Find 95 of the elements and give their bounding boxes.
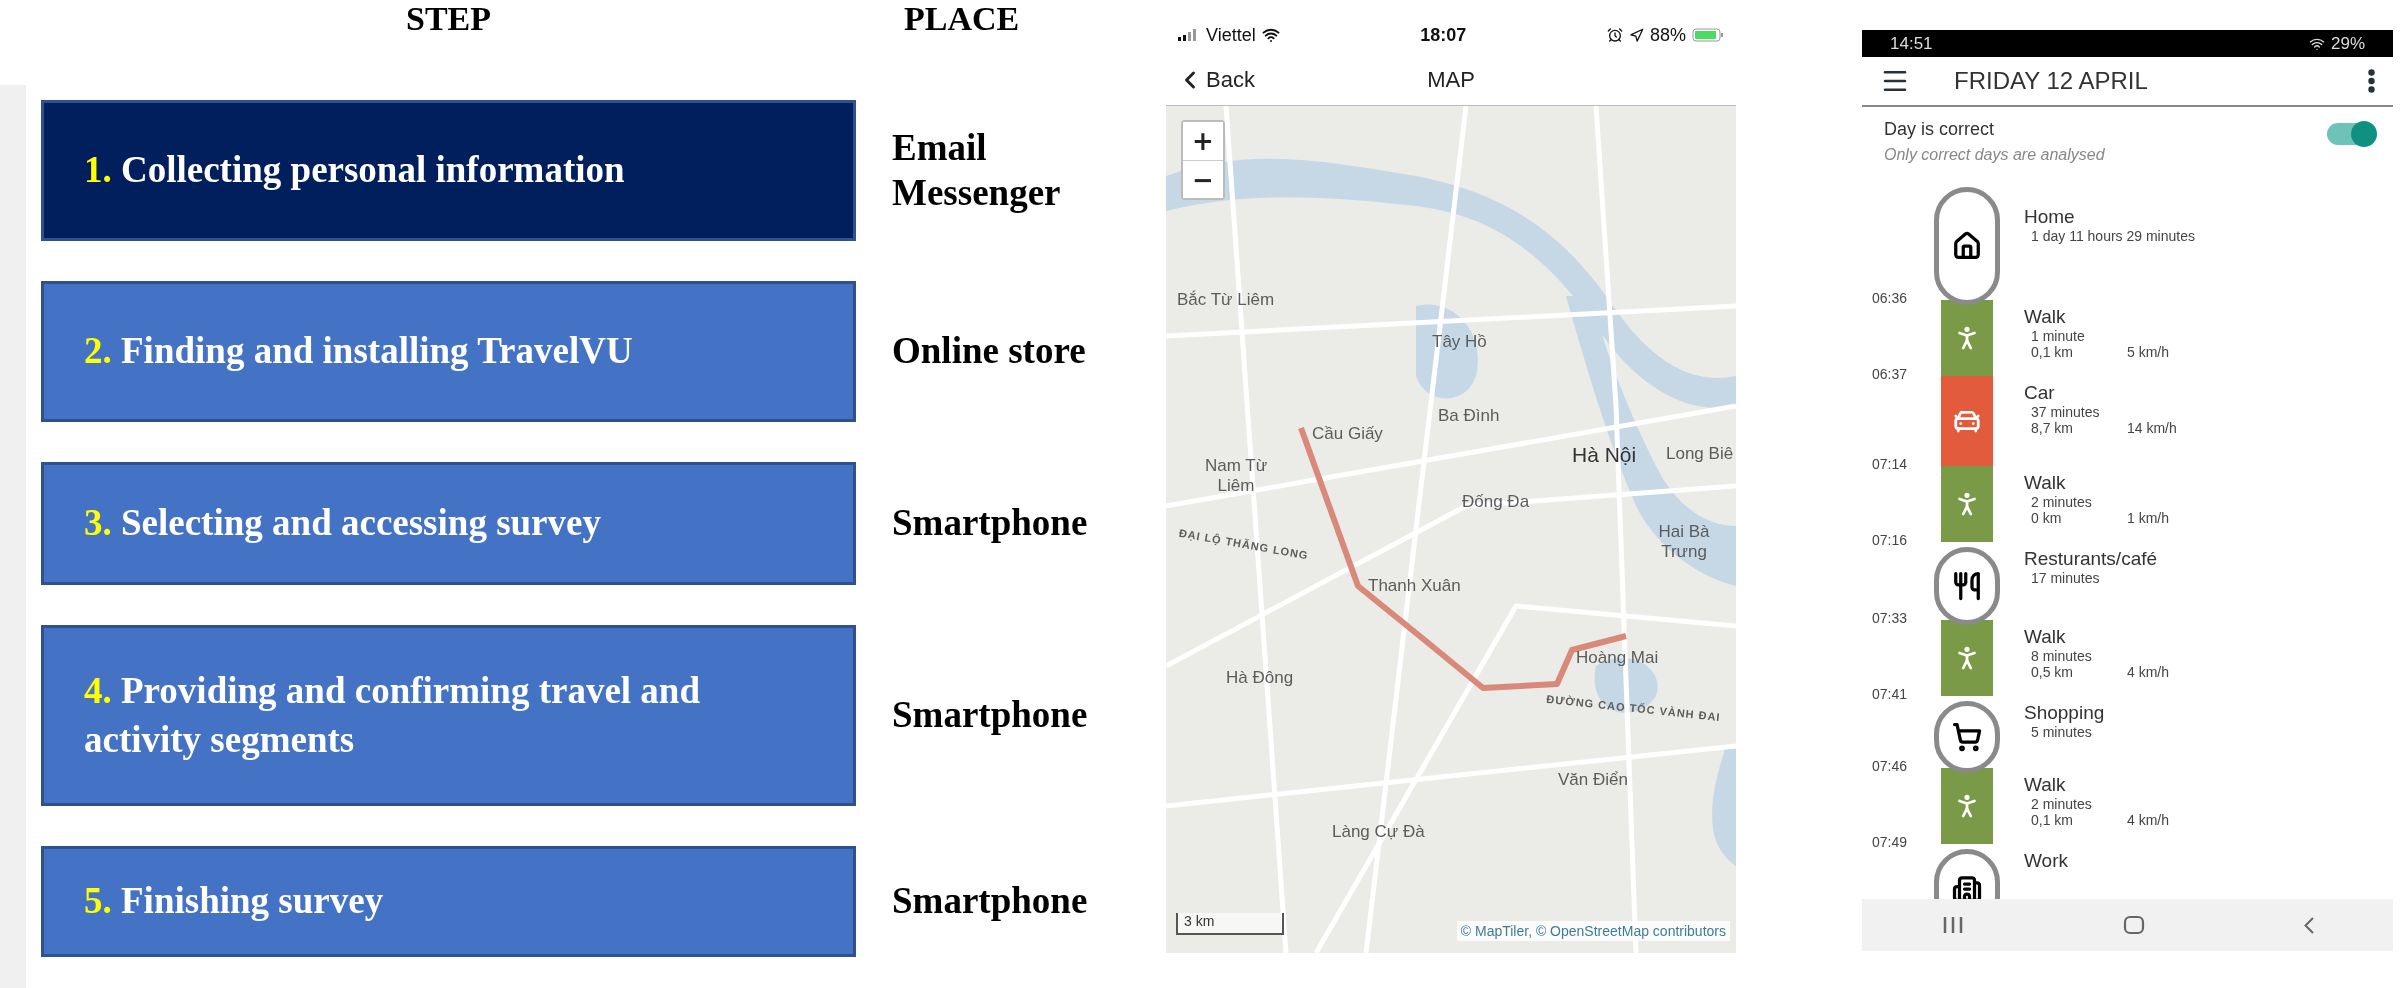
place-label: Email — [892, 126, 988, 171]
screen-title: MAP — [1427, 67, 1475, 93]
entry-distance: 0 km — [2031, 510, 2063, 526]
map-place-label: Long Biê — [1666, 444, 1734, 465]
entry-title: Walk — [2024, 306, 2067, 328]
back-link[interactable]: Back — [1176, 66, 1428, 94]
time-label: 07:16 — [1871, 532, 1909, 548]
entry-title: Home — [2024, 206, 2076, 228]
zoom-out-button[interactable]: − — [1183, 160, 1223, 198]
carrier-name: Viettel — [1206, 24, 1256, 46]
home-button[interactable] — [2122, 915, 2145, 935]
step-box: 2. Finding and installing TravelVU — [41, 281, 856, 422]
battery-percent: 88% — [1649, 24, 1686, 46]
map-place-label: Cầu Giấy — [1312, 424, 1383, 445]
place-label: Smartphone — [892, 693, 1089, 738]
map-place-label: Tây Hồ — [1432, 332, 1487, 353]
cutlery-icon — [1952, 571, 1982, 601]
scale-bar: 3 km — [1176, 913, 1284, 935]
map-place-label: Thanh Xuân — [1368, 576, 1461, 597]
setting-hint: Only correct days are analysed — [1884, 146, 2105, 164]
step-box: 3. Selecting and accessing survey — [41, 462, 856, 585]
entry-detail: 1 minute — [2030, 328, 2086, 344]
entry-detail: 1 day 11 hours 29 minutes — [2030, 228, 2196, 244]
entry-title: Walk — [2024, 472, 2067, 494]
map-place-label: Đống Đa — [1462, 492, 1530, 513]
map-attribution: © MapTiler, © OpenStreetMap contributors — [1456, 921, 1730, 941]
building-icon — [1952, 874, 1982, 899]
entry-speed: 14 km/h — [2127, 420, 2178, 436]
map-place-label: Hoàng Mai — [1576, 648, 1659, 669]
entry-title: Car — [2024, 382, 2056, 404]
map-place-label: Hai Bà Trưng — [1657, 522, 1711, 563]
location-icon — [1628, 27, 1644, 43]
entry-distance: 8,7 km — [2031, 420, 2074, 436]
time-label: 07:41 — [1871, 686, 1909, 702]
time-label: 07:14 — [1871, 456, 1909, 472]
place-label: Smartphone — [892, 501, 1089, 546]
alarm-icon — [1606, 27, 1623, 43]
trip-segment[interactable] — [1941, 376, 1993, 466]
place-label: Messenger — [892, 170, 1062, 215]
clock-time: 14:51 — [1890, 33, 1933, 54]
entry-detail: 5 minutes — [2030, 724, 2093, 740]
entry-distance: 0,5 km — [2031, 664, 2074, 680]
time-label: 06:37 — [1871, 366, 1909, 382]
step-box: 4. Providing and confirming travel and activity segments — [41, 625, 856, 806]
more-options-icon — [2368, 69, 2375, 93]
entry-detail: 2 minutes — [2030, 796, 2093, 812]
entry-title: Resturants/café — [2024, 548, 2159, 570]
house-icon — [1952, 231, 1982, 261]
entry-detail: 8 minutes — [2030, 648, 2093, 664]
setting-label: Day is correct — [1884, 119, 1996, 140]
battery-percent: 29% — [2330, 33, 2365, 54]
map-place-label: Ba Đình — [1438, 406, 1500, 427]
place-label: Smartphone — [892, 879, 1089, 924]
step-box: 5. Finishing survey — [41, 846, 856, 957]
entry-detail: 2 minutes — [2030, 494, 2093, 510]
entry-detail: 37 minutes — [2030, 404, 2101, 420]
entry-speed: 4 km/h — [2127, 664, 2170, 680]
entry-distance: 0,1 km — [2031, 812, 2074, 828]
place-label: Online store — [892, 329, 1087, 374]
entry-title: Walk — [2024, 626, 2067, 648]
entry-speed: 1 km/h — [2127, 510, 2170, 526]
entry-distance: 0,1 km — [2031, 344, 2074, 360]
time-label: 07:46 — [1871, 758, 1909, 774]
more-options-button[interactable] — [2368, 69, 2375, 93]
column-header: STEP — [405, 0, 491, 38]
map-place-label: Nam Từ Liêm — [1203, 456, 1269, 497]
trip-segment[interactable] — [1941, 300, 1993, 376]
battery-icon — [1692, 28, 1724, 42]
clock-time: 18:07 — [1420, 24, 1467, 46]
time-label: 07:33 — [1871, 610, 1909, 626]
shopping-cart-icon — [1952, 722, 1982, 752]
map-place-label: Làng Cự Đà — [1332, 822, 1425, 843]
entry-title: Walk — [2024, 774, 2067, 796]
map-place-label: Văn Điển — [1558, 770, 1628, 791]
column-header: PLACE — [904, 0, 1020, 38]
entry-detail: 17 minutes — [2030, 570, 2101, 586]
map-place-label: Hà Nội — [1572, 442, 1637, 468]
time-label: 07:49 — [1871, 834, 1909, 850]
step-box: 1. Collecting personal information — [41, 100, 856, 241]
map-place-label: ĐẠI LỘ THĂNG LONG — [1177, 526, 1310, 563]
entry-speed: 5 km/h — [2127, 344, 2170, 360]
entry-title: Work — [2024, 850, 2069, 872]
entry-title: Shopping — [2024, 702, 2106, 724]
back-button[interactable] — [2303, 916, 2314, 934]
recent-apps-button[interactable] — [1941, 916, 1964, 934]
toggle-switch[interactable] — [2327, 123, 2375, 145]
map-place-label: Bắc Từ Liêm — [1177, 290, 1275, 311]
chevron-left-icon — [2303, 916, 2314, 934]
time-label: 06:36 — [1871, 290, 1909, 306]
trip-segment[interactable] — [1941, 466, 1993, 542]
map-place-label: Hà Đông — [1226, 668, 1294, 689]
entry-speed: 4 km/h — [2127, 812, 2170, 828]
map-place-label: ĐƯỜNG CAO TỐC VÀNH ĐAI — [1545, 692, 1722, 725]
app-title: FRIDAY 12 APRIL — [1954, 67, 2149, 95]
wifi-icon — [1261, 26, 1280, 44]
